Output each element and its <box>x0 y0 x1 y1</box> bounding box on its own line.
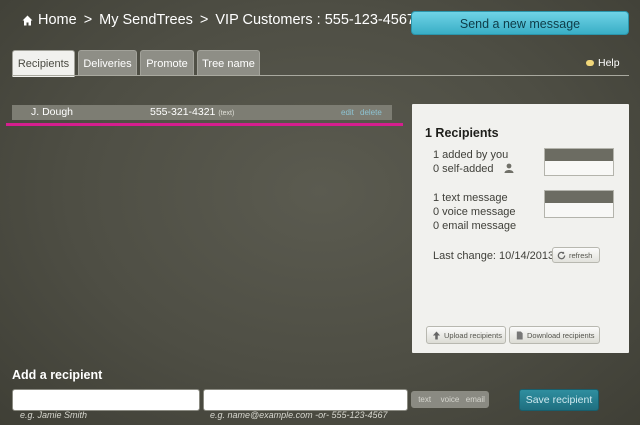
recipients-count-title: 1 Recipients <box>425 126 499 140</box>
voice-message-count: 0 voice message <box>433 206 516 218</box>
delete-link[interactable]: delete <box>360 108 382 117</box>
contact-hint: e.g. name@example.com -or- 555-123-4567 <box>210 410 388 420</box>
refresh-button[interactable]: refresh <box>552 247 600 263</box>
refresh-icon <box>557 251 566 260</box>
message-type-fill <box>545 191 613 203</box>
type-option-text[interactable]: text <box>412 392 437 407</box>
breadcrumb-separator: > <box>199 12 209 28</box>
send-new-message-button[interactable]: Send a new message <box>411 11 629 35</box>
tab-tree-name[interactable]: Tree name <box>197 50 260 76</box>
email-message-count: 0 email message <box>433 220 517 232</box>
recipient-contact-input[interactable] <box>203 389 408 411</box>
recipient-name-input[interactable] <box>12 389 200 411</box>
recipient-name: J. Dough <box>31 106 74 118</box>
self-added: 0 self-added <box>433 163 494 175</box>
self-added-line: 0 self-added <box>433 163 514 175</box>
breadcrumb-separator: > <box>83 12 93 28</box>
message-type-bar <box>544 190 614 218</box>
text-message-count: 1 text message <box>433 192 508 204</box>
help-label: Help <box>598 57 620 69</box>
help-link[interactable]: Help <box>586 57 620 69</box>
breadcrumb-current: VIP Customers : 555-123-4567 <box>215 12 415 28</box>
tab-recipients[interactable]: Recipients <box>12 50 75 77</box>
last-change: Last change: 10/14/2013 <box>433 250 555 262</box>
home-icon <box>22 15 33 25</box>
recipient-row: J. Dough 555-321-4321 (text) edit delete <box>12 105 392 120</box>
document-icon <box>516 331 523 340</box>
upload-arrow-icon <box>432 331 441 340</box>
tab-promote[interactable]: Promote <box>140 50 194 76</box>
breadcrumb: Home > My SendTrees > VIP Customers : 55… <box>22 12 415 28</box>
highlight-underline <box>6 123 403 126</box>
add-recipient-title: Add a recipient <box>12 368 103 382</box>
edit-link[interactable]: edit <box>341 108 354 117</box>
name-hint: e.g. Jamie Smith <box>20 410 88 420</box>
tab-deliveries[interactable]: Deliveries <box>78 50 137 76</box>
added-ratio-bar <box>544 148 614 176</box>
recipient-phone: 555-321-4321 <box>150 106 216 118</box>
recipient-type: (text) <box>218 110 235 117</box>
summary-panel: 1 Recipients 1 added by you 0 self-added… <box>412 104 629 353</box>
type-option-email[interactable]: email <box>463 392 488 407</box>
upload-recipients-button[interactable]: Upload recipients <box>426 326 506 344</box>
breadcrumb-home[interactable]: Home <box>38 12 77 28</box>
added-ratio-fill <box>545 149 613 161</box>
recipient-contact: 555-321-4321 (text) <box>150 106 234 118</box>
refresh-label: refresh <box>569 251 593 260</box>
speech-bubble-icon <box>586 60 594 66</box>
save-recipient-button[interactable]: Save recipient <box>519 389 599 411</box>
download-label: Download recipients <box>527 331 595 340</box>
message-type-toggle: text voice email <box>411 391 489 408</box>
breadcrumb-sendtrees[interactable]: My SendTrees <box>99 12 193 28</box>
type-option-voice[interactable]: voice <box>437 392 462 407</box>
download-recipients-button[interactable]: Download recipients <box>509 326 600 344</box>
upload-label: Upload recipients <box>444 331 502 340</box>
person-icon <box>504 163 514 173</box>
tab-divider <box>12 75 629 76</box>
added-by-you: 1 added by you <box>433 149 509 161</box>
